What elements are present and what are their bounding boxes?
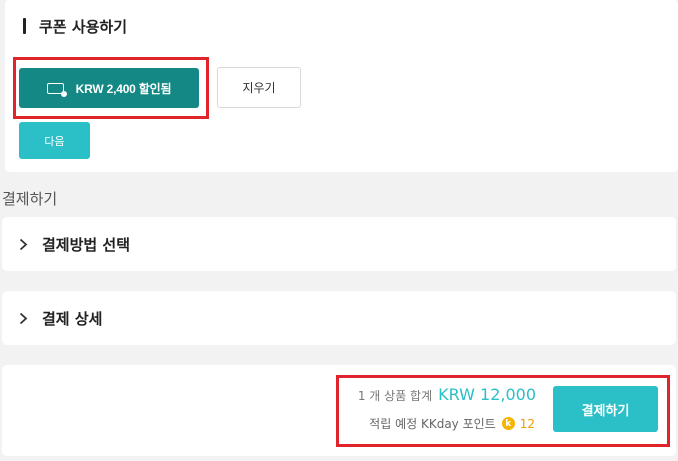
heading-marker [23,18,26,34]
next-button[interactable]: 다음 [19,122,90,159]
payment-section-label: 결제하기 [2,190,58,208]
coupon-heading: 쿠폰 사용하기 [23,14,127,38]
coupon-highlight-box [13,57,209,119]
summary-highlight-box [336,375,670,447]
payment-detail-label: 결제 상세 [42,309,103,328]
payment-detail-accordion[interactable]: 결제 상세 [2,291,676,345]
checkout-page: 쿠폰 사용하기 KRW 2,400 할인됨 지우기 다음 결제하기 결제방법 선… [0,0,678,461]
chevron-right-icon [15,236,31,252]
clear-button[interactable]: 지우기 [217,67,301,108]
payment-method-accordion[interactable]: 결제방법 선택 [2,217,676,271]
chevron-right-icon [15,310,31,326]
payment-method-label: 결제방법 선택 [42,235,131,254]
coupon-title: 쿠폰 사용하기 [39,17,128,36]
